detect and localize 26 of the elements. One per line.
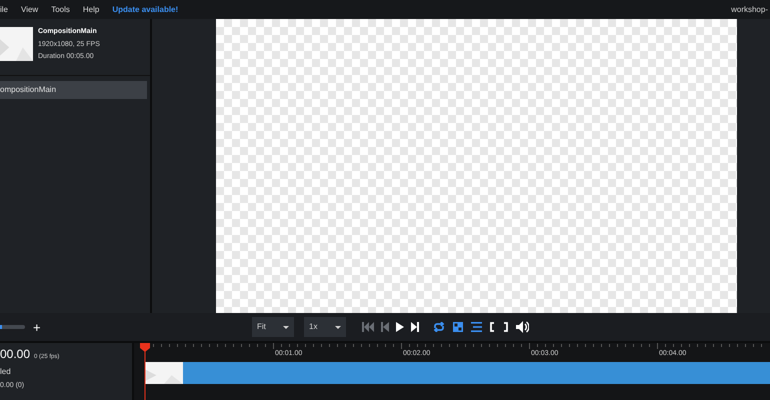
caret-icon bbox=[283, 326, 289, 328]
zoom-in-button[interactable]: + bbox=[33, 320, 41, 334]
playhead bbox=[140, 343, 150, 400]
mark-out-icon[interactable] bbox=[503, 322, 508, 332]
dropdown[interactable]: Fit bbox=[252, 317, 294, 337]
clip-thumbnail bbox=[145, 362, 183, 384]
menu-item[interactable]: View bbox=[21, 4, 38, 16]
composition-thumbnail bbox=[0, 27, 33, 61]
current-time: 00.00 bbox=[0, 346, 30, 363]
layer-status: led bbox=[0, 366, 12, 378]
play-button-icon[interactable] bbox=[396, 322, 404, 332]
project-name: workshop- bbox=[731, 4, 768, 16]
menu-item[interactable]: Tools bbox=[51, 4, 70, 16]
zoom-slider[interactable] bbox=[0, 325, 25, 329]
lines-icon[interactable] bbox=[471, 322, 482, 332]
caret-icon bbox=[335, 326, 341, 328]
composition-item[interactable]: ompositionMain bbox=[0, 80, 147, 98]
next-button-icon[interactable] bbox=[411, 322, 419, 332]
volume-icon[interactable] bbox=[516, 321, 529, 333]
dropdown[interactable]: 1x bbox=[304, 317, 346, 337]
loop-icon[interactable] bbox=[433, 322, 445, 332]
menu-item[interactable]: Help bbox=[82, 4, 100, 16]
update-link[interactable]: Update available! bbox=[112, 4, 178, 16]
grid-icon[interactable] bbox=[453, 322, 463, 332]
mark-in-icon[interactable] bbox=[490, 322, 495, 332]
menu-item[interactable]: ile bbox=[0, 4, 8, 16]
